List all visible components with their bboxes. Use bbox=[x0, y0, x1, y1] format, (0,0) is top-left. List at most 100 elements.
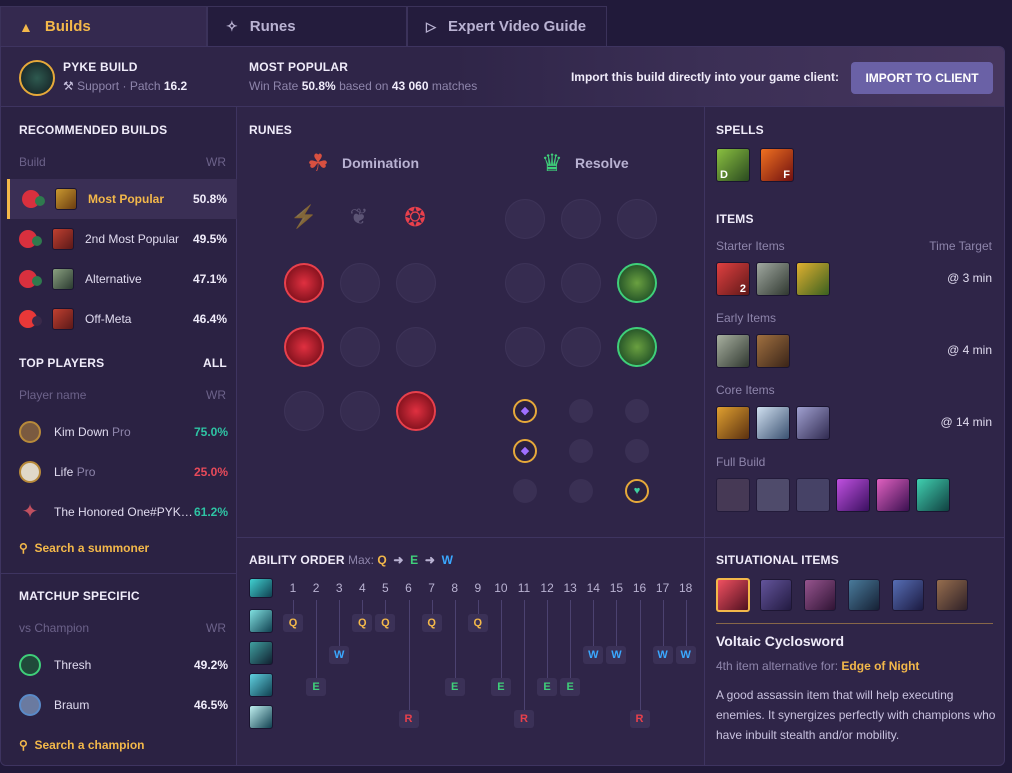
rune-icon[interactable] bbox=[505, 263, 545, 303]
spell-ghost-icon[interactable]: D bbox=[716, 148, 750, 182]
core-item-icon[interactable] bbox=[716, 406, 750, 440]
shard-icon[interactable] bbox=[569, 439, 593, 463]
rune-selected-icon[interactable] bbox=[617, 263, 657, 303]
rune-selected-icon[interactable] bbox=[396, 391, 436, 431]
rune-selected-icon[interactable] bbox=[284, 263, 324, 303]
rune-icon[interactable] bbox=[561, 199, 601, 239]
level-number: 10 bbox=[494, 581, 508, 595]
spell-key: F bbox=[783, 169, 790, 181]
search-champion-link[interactable]: ⚲ Search a champion bbox=[19, 738, 145, 752]
situational-description: A good assassin item that will help exec… bbox=[716, 688, 996, 742]
boots-icon[interactable] bbox=[756, 334, 790, 368]
situational-item-icon[interactable] bbox=[936, 579, 968, 611]
player-avatar bbox=[19, 461, 41, 483]
role-label: Support bbox=[77, 79, 120, 93]
starter-items-label: Starter Items bbox=[716, 239, 785, 253]
import-to-client-button[interactable]: IMPORT TO CLIENT bbox=[851, 62, 993, 94]
player-row[interactable]: Life Pro 25.0% bbox=[1, 452, 237, 492]
skill-point-q: Q bbox=[421, 614, 442, 632]
rune-icon[interactable] bbox=[340, 391, 380, 431]
shard-adaptive-icon[interactable]: ◆ bbox=[513, 399, 537, 423]
skill-point-w: W bbox=[675, 646, 696, 664]
core-item-icon[interactable] bbox=[796, 406, 830, 440]
keystone-electrocute-icon[interactable]: ⚡ bbox=[286, 199, 322, 235]
tab-builds[interactable]: ▲ Builds bbox=[0, 6, 207, 46]
health-potion-icon[interactable]: 2 bbox=[716, 262, 750, 296]
rune-icon[interactable] bbox=[505, 199, 545, 239]
shard-icon bbox=[32, 276, 42, 286]
rune-icon[interactable] bbox=[617, 199, 657, 239]
most-popular-title: MOST POPULAR bbox=[249, 60, 349, 74]
build-label: Alternative bbox=[85, 272, 142, 286]
situational-item-icon[interactable] bbox=[804, 579, 836, 611]
shard-icon[interactable] bbox=[625, 399, 649, 423]
early-items-label: Early Items bbox=[716, 311, 777, 325]
full-build-item-icon[interactable] bbox=[916, 478, 950, 512]
core-time: @ 14 min bbox=[940, 415, 992, 429]
max-first: Q bbox=[377, 553, 387, 567]
role-patch: ⚒ Support · Patch 16.2 bbox=[63, 79, 188, 93]
skill-point-r: R bbox=[514, 710, 534, 728]
rune-selected-icon[interactable] bbox=[284, 327, 324, 367]
level-line bbox=[547, 600, 549, 678]
keystone-dark-harvest-icon[interactable]: ❦ bbox=[341, 199, 377, 235]
shard-icon[interactable] bbox=[625, 439, 649, 463]
tab-runes[interactable]: ✧ Runes bbox=[207, 6, 407, 46]
situational-item-icon[interactable] bbox=[848, 579, 880, 611]
full-build-item-icon[interactable] bbox=[796, 478, 830, 512]
core-item-icon[interactable] bbox=[756, 406, 790, 440]
rune-icon[interactable] bbox=[561, 263, 601, 303]
skill-point-e: E bbox=[490, 678, 511, 696]
player-wr: 75.0% bbox=[193, 425, 228, 439]
win-rate-summary: Win Rate 50.8% based on 43 060 matches bbox=[249, 79, 477, 93]
shard-icon[interactable] bbox=[513, 479, 537, 503]
situational-item-icon[interactable] bbox=[760, 579, 792, 611]
tab-label: Expert Video Guide bbox=[448, 18, 587, 35]
shard-icon[interactable] bbox=[569, 399, 593, 423]
tab-expert-video-guide[interactable]: ▷ Expert Video Guide bbox=[407, 6, 607, 46]
skill-point-e: E bbox=[444, 678, 465, 696]
keystone-hail-of-blades-icon[interactable]: ❂ bbox=[397, 199, 433, 235]
rune-icon[interactable] bbox=[340, 327, 380, 367]
rune-icon[interactable] bbox=[396, 263, 436, 303]
core-items-label: Core Items bbox=[716, 383, 775, 397]
full-build-item-icon[interactable] bbox=[836, 478, 870, 512]
skill-point-e: E bbox=[306, 678, 327, 696]
support-item-icon[interactable] bbox=[756, 262, 790, 296]
top-players-all-link[interactable]: ALL bbox=[203, 356, 227, 370]
search-icon: ⚲ bbox=[19, 738, 28, 752]
player-row[interactable]: Kim Down Pro 75.0% bbox=[1, 412, 237, 452]
matchup-row[interactable]: Thresh 49.2% bbox=[1, 645, 237, 685]
situational-item-icon[interactable] bbox=[892, 579, 924, 611]
rune-icon[interactable] bbox=[396, 327, 436, 367]
support-icon: ⚒ bbox=[63, 79, 74, 93]
shard-adaptive-icon[interactable]: ◆ bbox=[513, 439, 537, 463]
voltaic-cyclosword-icon[interactable] bbox=[716, 578, 750, 612]
skill-point-r: R bbox=[629, 710, 650, 728]
build-row-off-meta[interactable]: Off-Meta 46.4% bbox=[7, 299, 237, 339]
rune-icon[interactable] bbox=[505, 327, 545, 367]
rune-selected-icon[interactable] bbox=[617, 327, 657, 367]
rune-icon[interactable] bbox=[561, 327, 601, 367]
recommended-builds-title: RECOMMENDED BUILDS bbox=[19, 123, 168, 137]
full-build-item-icon[interactable] bbox=[876, 478, 910, 512]
search-summoner-link[interactable]: ⚲ Search a summoner bbox=[19, 541, 149, 555]
max-order: Max: Q ➜ E ➜ W bbox=[348, 553, 453, 567]
full-build-item-icon[interactable] bbox=[716, 478, 750, 512]
spell-ignite-icon[interactable]: F bbox=[760, 148, 794, 182]
shard-icon[interactable] bbox=[569, 479, 593, 503]
patch-value: 16.2 bbox=[163, 79, 188, 93]
item-icon bbox=[52, 308, 74, 330]
matchup-row[interactable]: Braum 46.5% bbox=[1, 685, 237, 725]
shard-health-icon[interactable]: ♥ bbox=[625, 479, 649, 503]
full-build-item-icon[interactable] bbox=[756, 478, 790, 512]
builds-icon: ▲ bbox=[19, 18, 33, 35]
build-row-most-popular[interactable]: Most Popular 50.8% bbox=[7, 179, 237, 219]
build-row-2nd-most-popular[interactable]: 2nd Most Popular 49.5% bbox=[7, 219, 237, 259]
player-row[interactable]: ✦ The Honored One#PYK… 61.2% bbox=[1, 492, 237, 532]
build-row-alternative[interactable]: Alternative 47.1% bbox=[7, 259, 237, 299]
stealth-ward-icon[interactable] bbox=[796, 262, 830, 296]
early-item-icon[interactable] bbox=[716, 334, 750, 368]
rune-icon[interactable] bbox=[340, 263, 380, 303]
rune-icon[interactable] bbox=[284, 391, 324, 431]
